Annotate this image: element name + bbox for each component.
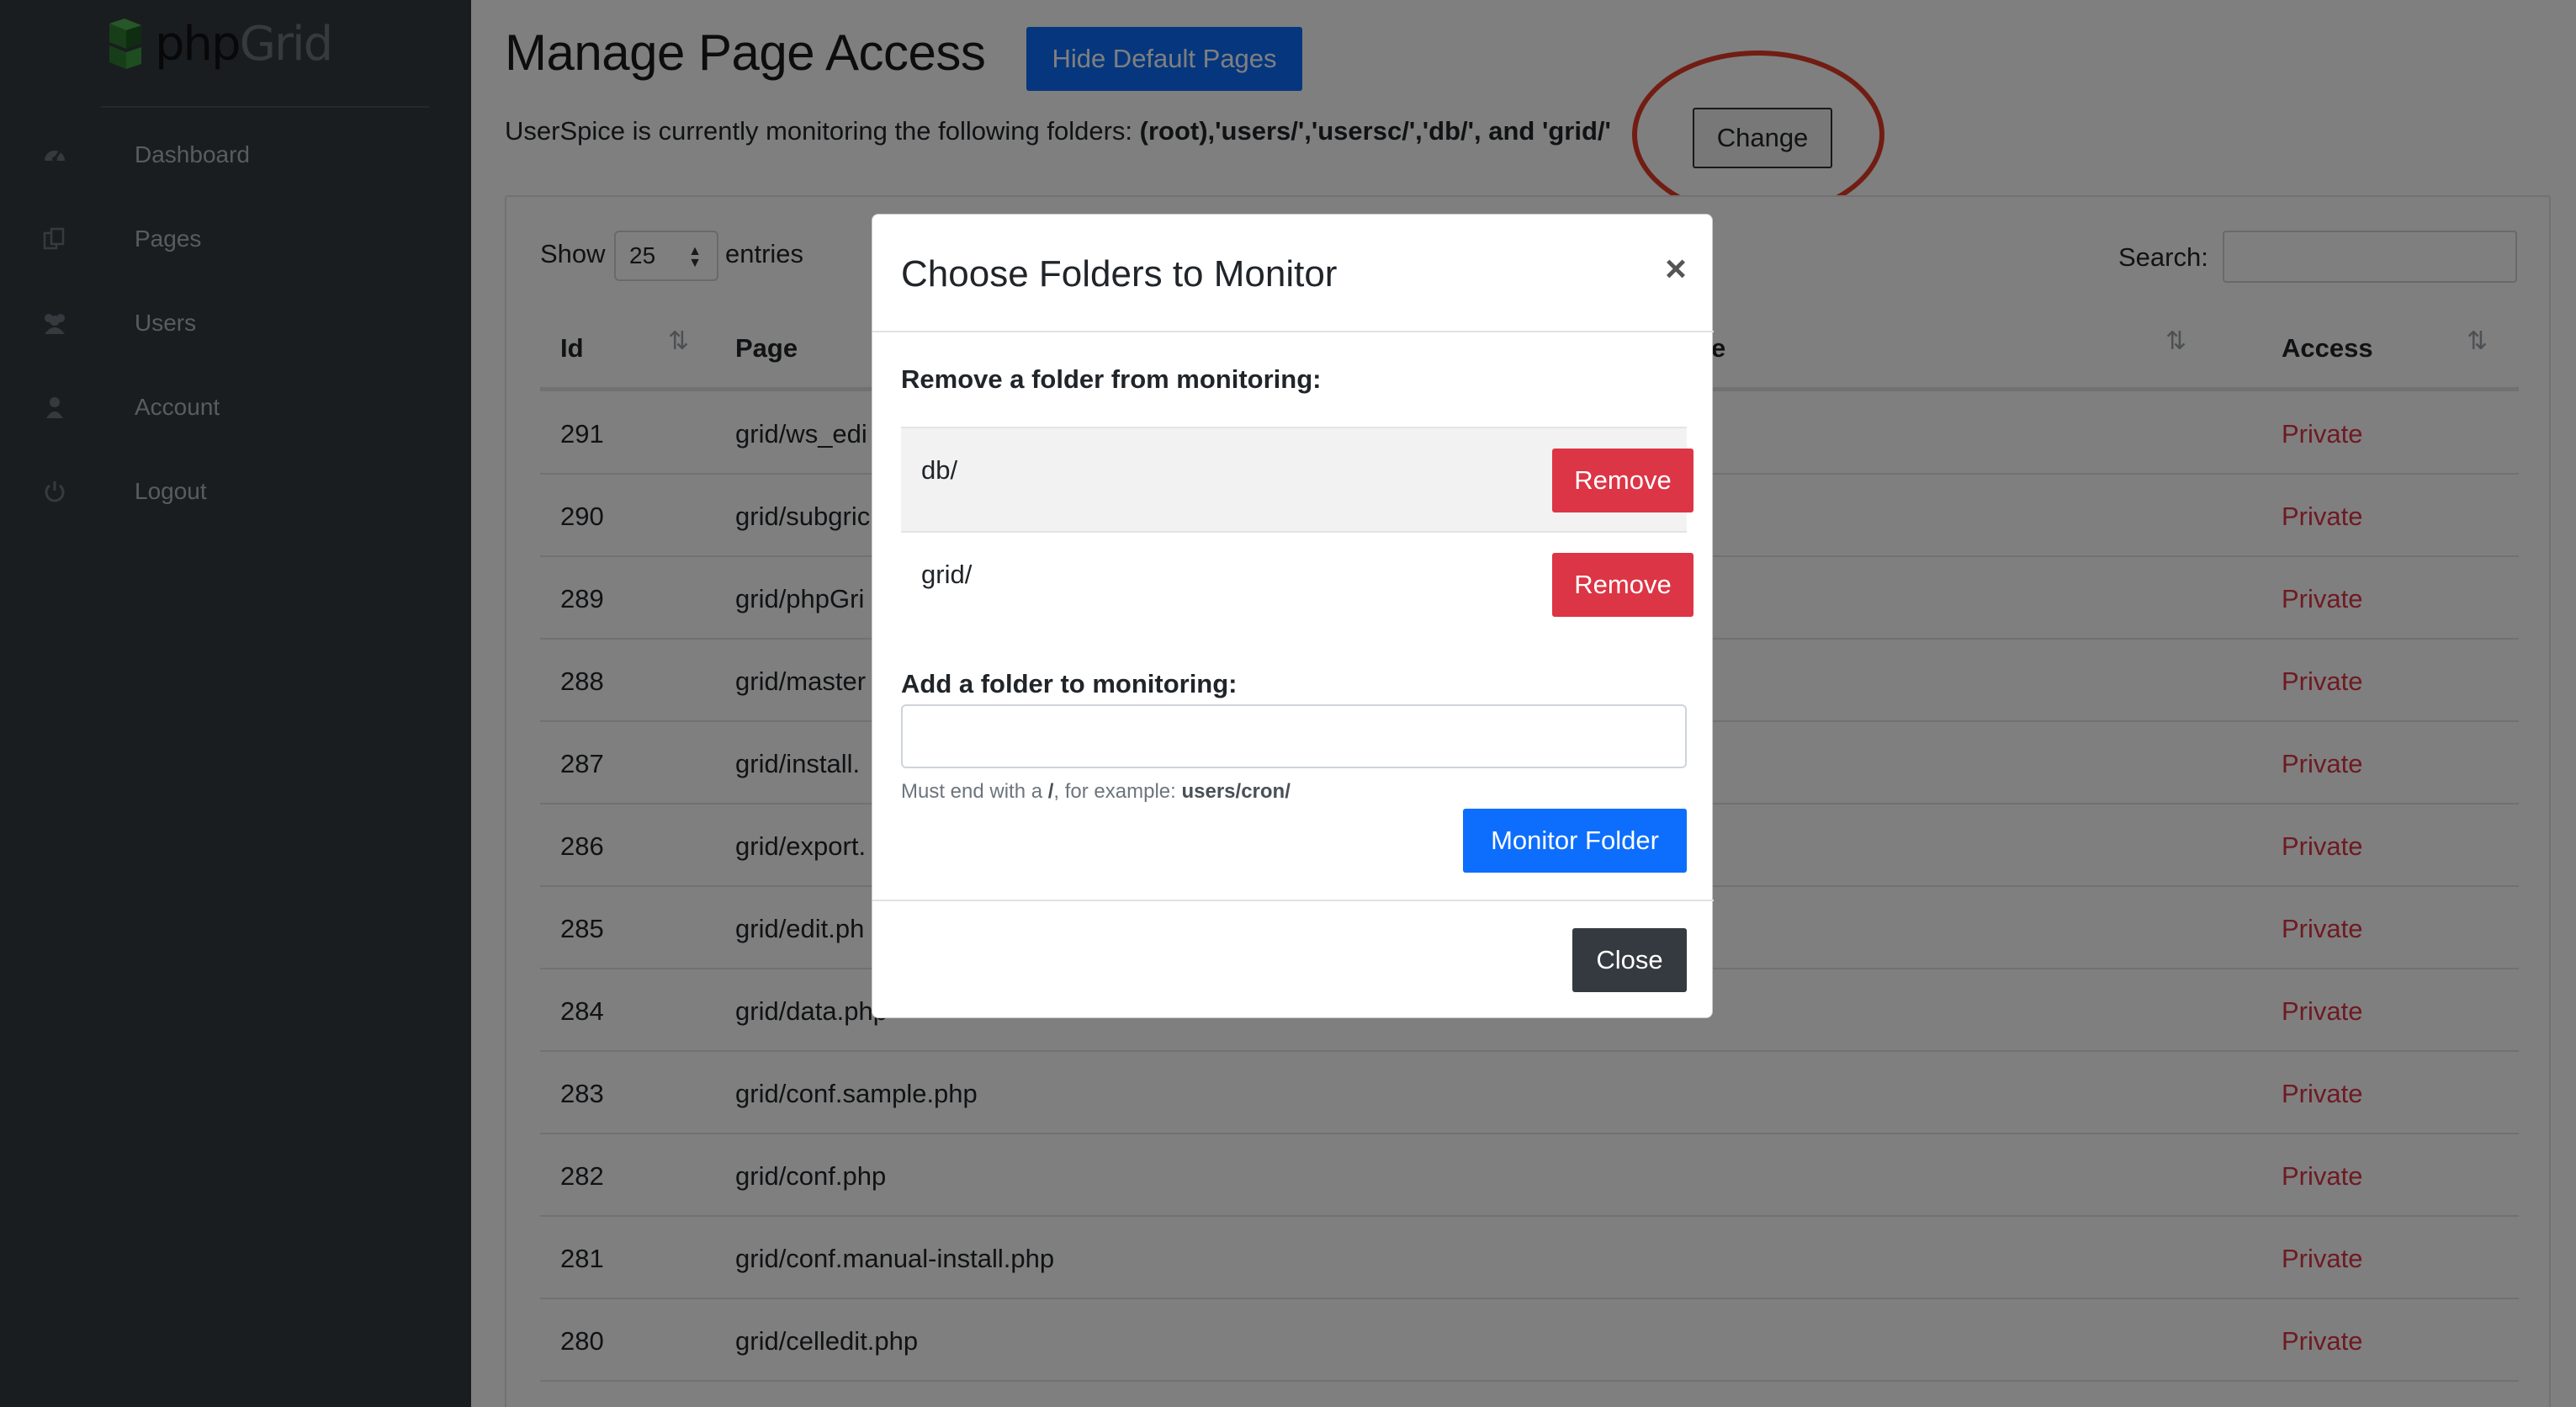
add-folder-heading: Add a folder to monitoring: (901, 669, 1238, 698)
new-folder-input[interactable] (901, 704, 1687, 768)
monitor-folder-button[interactable]: Monitor Folder (1463, 809, 1687, 873)
modal-header: Choose Folders to Monitor × (872, 215, 1714, 332)
close-icon[interactable]: × (1655, 248, 1697, 290)
folder-help-text: Must end with a /, for example: users/cr… (901, 780, 1291, 803)
remove-folder-button[interactable]: Remove (1552, 553, 1693, 617)
remove-folder-heading: Remove a folder from monitoring: (901, 364, 1322, 394)
remove-folder-button[interactable]: Remove (1552, 449, 1693, 512)
monitored-folder-row: grid/ Remove (901, 533, 1693, 639)
choose-folders-modal: Choose Folders to Monitor × Remove a fol… (872, 214, 1714, 1018)
close-modal-button[interactable]: Close (1572, 928, 1687, 992)
modal-footer-divider (872, 900, 1714, 901)
folder-name: grid/ (921, 560, 973, 589)
modal-title: Choose Folders to Monitor (901, 253, 1338, 295)
monitored-folder-row: db/ Remove (901, 427, 1693, 533)
folder-name: db/ (921, 455, 958, 485)
